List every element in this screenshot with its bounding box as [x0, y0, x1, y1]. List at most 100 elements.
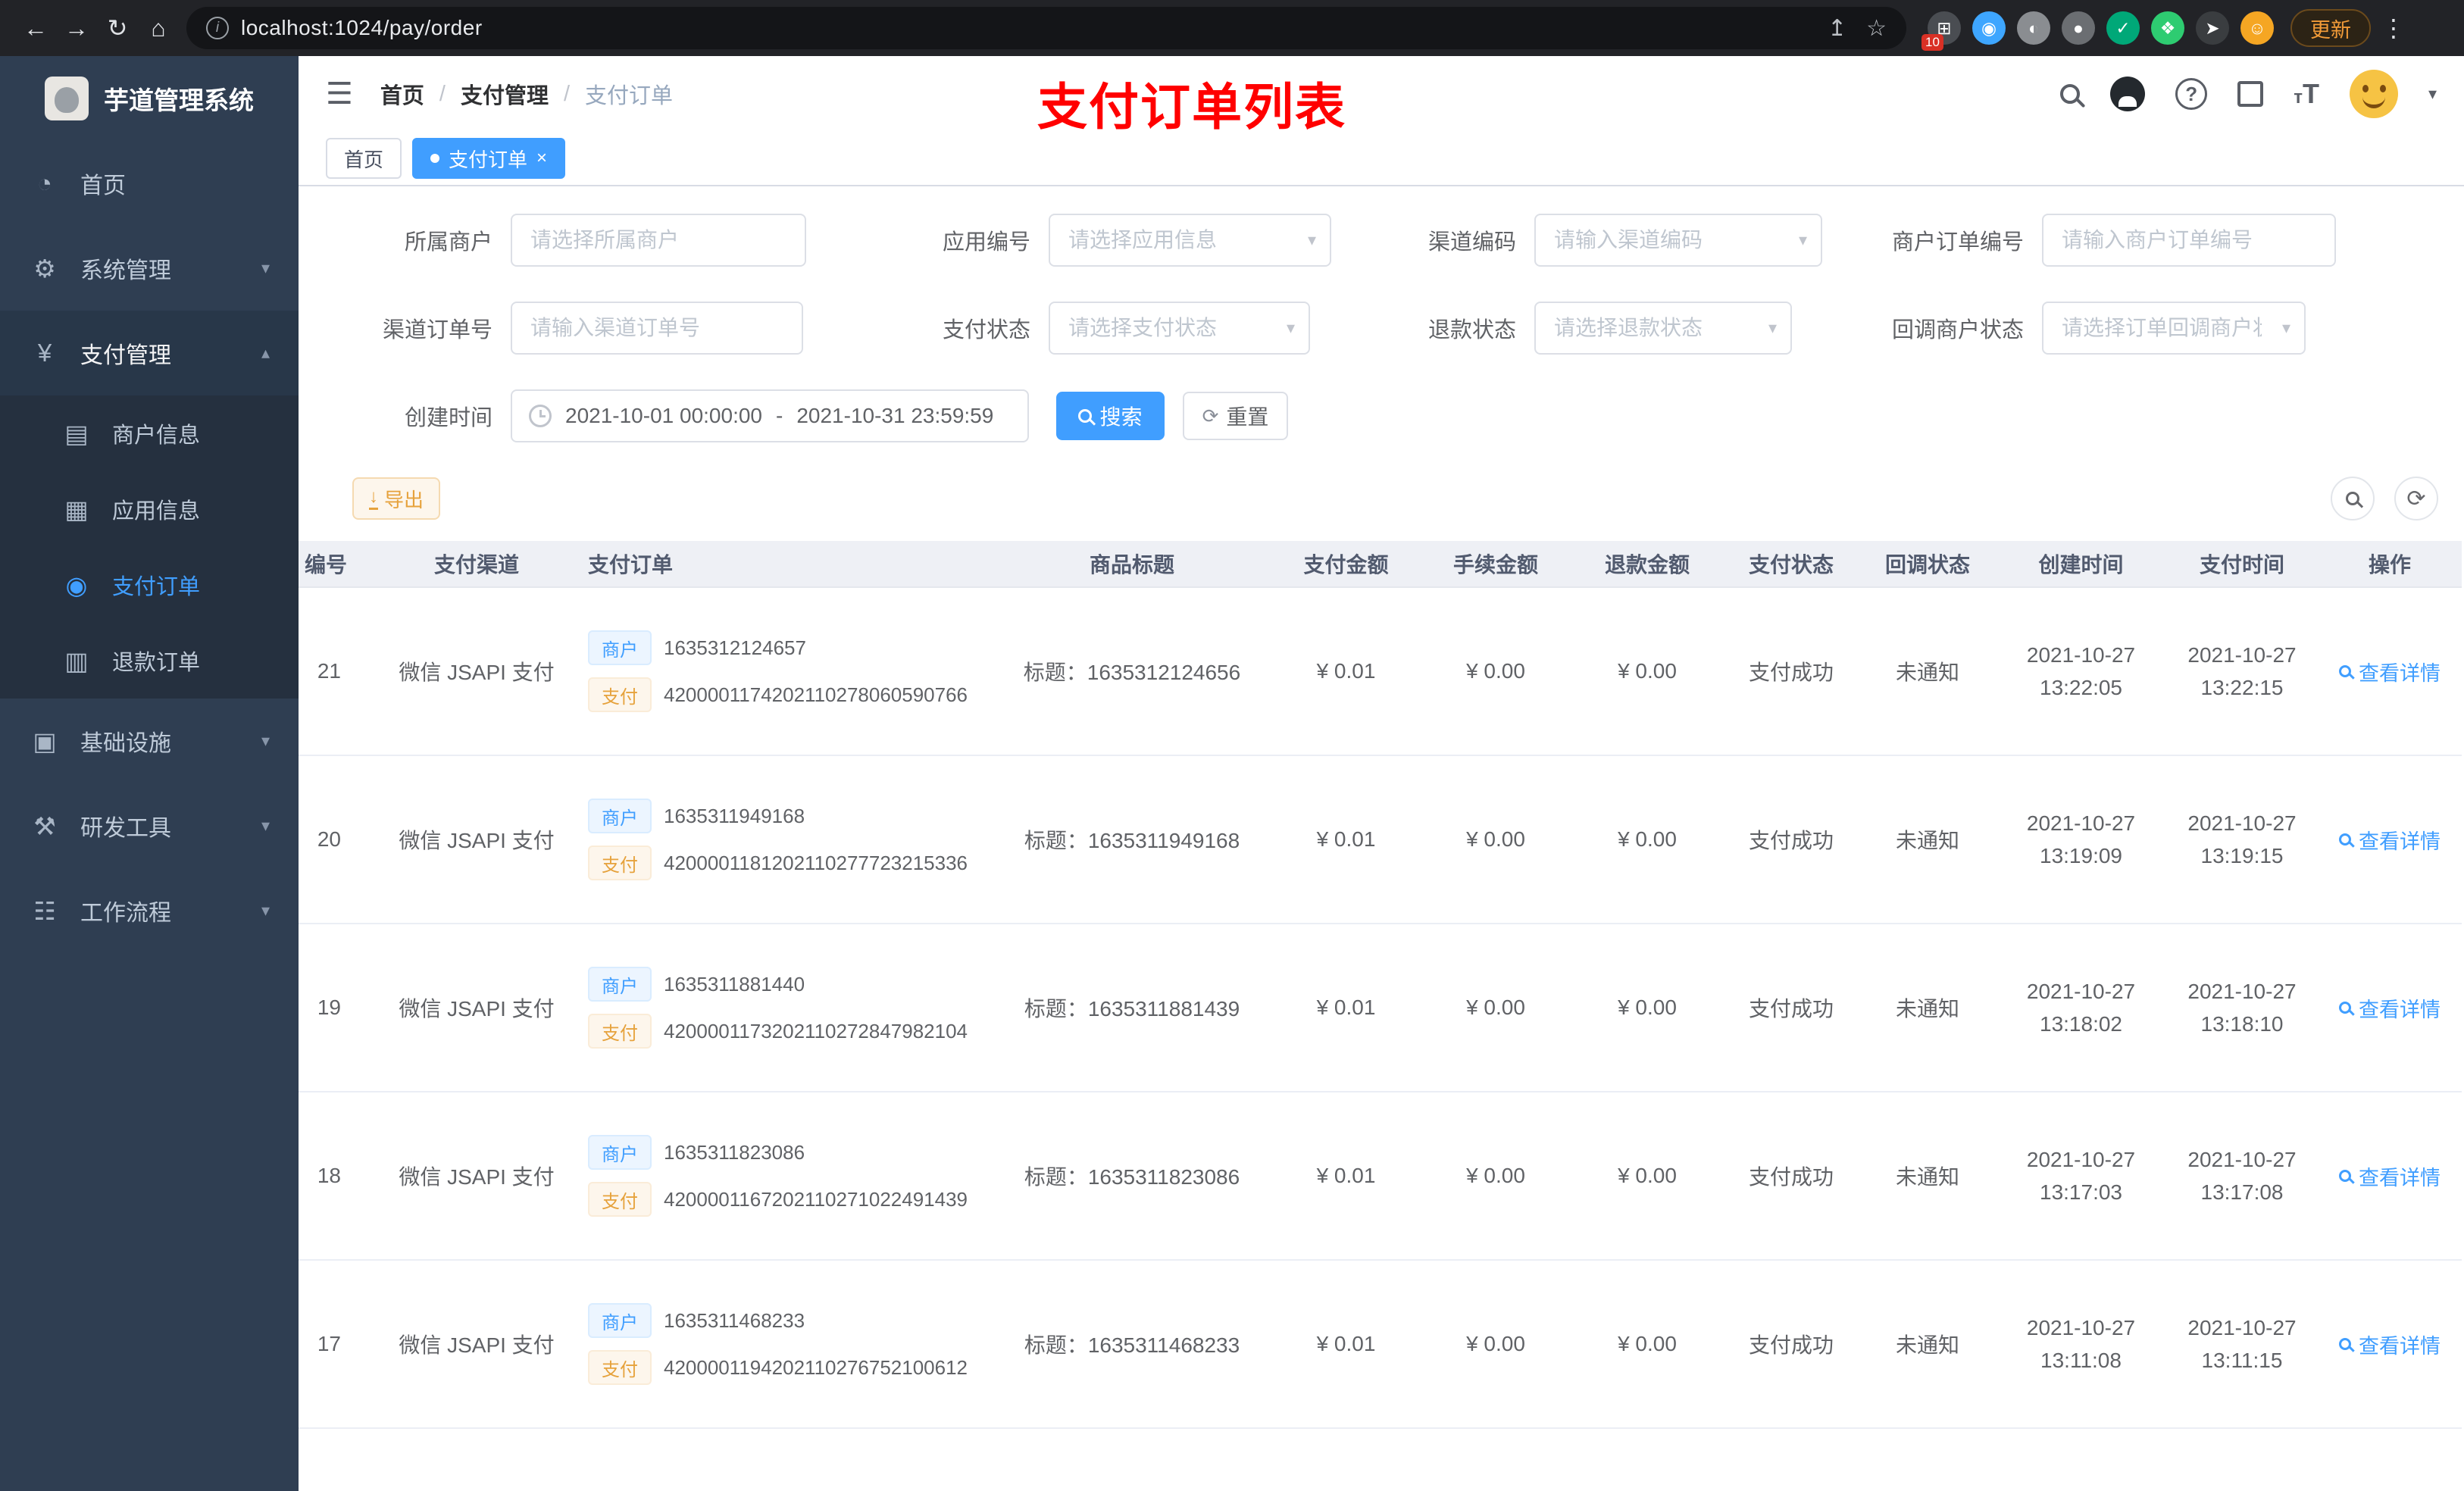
order-cell: 商户 1635311823086 支付 4200001167202110271022…	[579, 1135, 992, 1217]
help-icon[interactable]: ?	[2175, 78, 2208, 110]
breadcrumb: 首页 / 支付管理 / 支付订单	[380, 78, 673, 110]
status-badge: 支付成功	[1748, 829, 1834, 852]
tab-home[interactable]: 首页	[326, 138, 402, 179]
sidebar-item-workflow[interactable]: ☷ 工作流程 ▾	[0, 868, 299, 953]
view-detail-link[interactable]: 查看详情	[2339, 657, 2441, 686]
channel-order-no-filter-input[interactable]	[511, 302, 803, 355]
content: 所属商户 应用编号 ▾ 渠道编码 ▾	[299, 186, 2464, 1491]
github-icon[interactable]	[2110, 77, 2146, 111]
extension-drop-icon[interactable]: ◉	[1972, 11, 2006, 45]
order-cell: 商户 1635312124657 支付 4200001174202110278060…	[579, 630, 992, 712]
tools-icon: ⚒	[33, 811, 56, 840]
sidebar-item-dev-tools[interactable]: ⚒ 研发工具 ▾	[0, 783, 299, 868]
sidebar-item-infra[interactable]: ▣ 基础设施 ▾	[0, 699, 299, 783]
callback-status-filter-label: 回调商户状态	[1891, 318, 2024, 342]
pay-tag: 支付	[588, 677, 652, 712]
clock-icon	[529, 405, 552, 427]
dashboard-icon: ◔	[37, 169, 52, 197]
download-icon: ↓	[369, 487, 378, 510]
refund-status-filter-select[interactable]	[1534, 302, 1792, 355]
browser-menu-icon[interactable]: ⋮	[2381, 14, 2406, 42]
extension-circle-icon[interactable]: ●	[2062, 11, 2095, 45]
table-header: 编号 支付渠道 支付订单 商品标题 支付金额 手续金额 退款金额 支付状态 回调…	[299, 541, 2462, 588]
forward-icon[interactable]: →	[56, 8, 97, 48]
bookmark-star-icon[interactable]: ☆	[1866, 15, 1887, 42]
search-icon	[2346, 492, 2359, 505]
extension-badge: 10	[1921, 33, 1943, 51]
close-icon[interactable]: ×	[536, 149, 547, 167]
callback-status-filter-select[interactable]	[2042, 302, 2306, 355]
sidebar-item-system[interactable]: ⚙ 系统管理 ▾	[0, 226, 299, 311]
collapse-sidebar-icon[interactable]: ☰	[326, 77, 353, 111]
view-detail-link[interactable]: 查看详情	[2339, 825, 2441, 855]
extension-grid-icon[interactable]: ⊞ 10	[1921, 11, 1961, 51]
sidebar-item-merchant-info[interactable]: ▤ 商户信息	[0, 395, 299, 471]
monitor-icon: ▣	[33, 727, 57, 755]
fullscreen-icon[interactable]	[2237, 81, 2264, 107]
home-icon[interactable]: ⌂	[138, 8, 179, 48]
sidebar-item-pay-order[interactable]: ◉ 支付订单	[0, 547, 299, 623]
font-size-icon[interactable]: тT	[2294, 78, 2319, 110]
site-info-icon[interactable]: i	[206, 17, 229, 39]
sidebar-item-payment[interactable]: ¥ 支付管理 ▴	[0, 311, 299, 395]
merchant-order-no-filter-label: 商户订单编号	[1891, 230, 2024, 255]
channel-code-filter-select[interactable]	[1534, 214, 1822, 267]
status-badge: 支付成功	[1748, 1165, 1834, 1189]
merchant-filter-input[interactable]	[511, 214, 806, 267]
channel-order-no-filter-label: 渠道订单号	[382, 318, 492, 342]
filter-row-2: 渠道订单号 支付状态 ▾ 退款状态 ▾	[299, 302, 2464, 355]
address-bar[interactable]: i localhost:1024/pay/order ↥ ☆	[186, 7, 1906, 49]
refresh-icon: ⟳	[1202, 404, 1219, 427]
sidebar-item-app-info[interactable]: ▦ 应用信息	[0, 471, 299, 547]
date-range-end[interactable]: 2021-10-31 23:59:59	[796, 404, 993, 428]
chevron-down-icon: ▾	[261, 258, 270, 277]
search-button[interactable]: 搜索	[1056, 392, 1165, 440]
url-text[interactable]: localhost:1024/pay/order	[241, 16, 483, 40]
table-row: 17 微信 JSAPI 支付 商户 1635311468233 支付 4200001…	[299, 1261, 2462, 1429]
pay-status-filter-select[interactable]	[1049, 302, 1310, 355]
view-detail-link[interactable]: 查看详情	[2339, 1330, 2441, 1359]
search-icon	[1078, 409, 1093, 423]
pay-status-filter-label: 支付状态	[942, 318, 1030, 342]
breadcrumb-home[interactable]: 首页	[380, 78, 424, 110]
tab-bar: 首页 支付订单 ×	[299, 132, 2464, 186]
briefcase-icon: ☷	[33, 896, 56, 925]
export-button[interactable]: ↓ 导出	[352, 477, 441, 520]
sidebar: 芋道管理系统 ◔ 首页 ⚙ 系统管理 ▾ ¥ 支付管理 ▴ ▤ 商户信息 ▦ 应…	[0, 56, 299, 1491]
reset-button[interactable]: ⟳ 重置	[1183, 392, 1288, 440]
reload-icon[interactable]: ↻	[97, 8, 138, 48]
pay-tag: 支付	[588, 1182, 652, 1217]
refresh-icon: ⟳	[2406, 486, 2426, 511]
merchant-order-no-filter-input[interactable]	[2042, 214, 2336, 267]
merchant-tag: 商户	[588, 967, 652, 1002]
tab-pay-order[interactable]: 支付订单 ×	[412, 138, 566, 179]
chevron-up-icon: ▴	[261, 343, 270, 362]
date-range-start[interactable]: 2021-10-01 00:00:00	[565, 404, 762, 428]
toggle-search-button[interactable]	[2331, 477, 2375, 520]
order-cell: 商户 1635311881440 支付 4200001173202110272847…	[579, 967, 992, 1049]
avatar[interactable]	[2349, 70, 2398, 118]
refresh-table-button[interactable]: ⟳	[2394, 477, 2438, 520]
app-filter-select[interactable]	[1049, 214, 1331, 267]
merchant-filter-label: 所属商户	[404, 230, 492, 255]
view-detail-link[interactable]: 查看详情	[2339, 993, 2441, 1023]
sidebar-item-refund-order[interactable]: ▥ 退款订单	[0, 623, 299, 699]
extension-chat-icon[interactable]: ❖	[2151, 11, 2184, 45]
browser-update-button[interactable]: 更新	[2290, 9, 2371, 47]
extension-face-icon[interactable]: ☺	[2240, 11, 2274, 45]
extension-check-icon[interactable]: ✓	[2106, 11, 2140, 45]
breadcrumb-payment[interactable]: 支付管理	[461, 78, 549, 110]
sidebar-item-home[interactable]: ◔ 首页	[0, 141, 299, 226]
search-icon[interactable]	[2060, 84, 2081, 104]
date-range-picker[interactable]: 2021-10-01 00:00:00 - 2021-10-31 23:59:5…	[511, 389, 1029, 442]
back-icon[interactable]: ←	[15, 8, 56, 48]
extension-gray-icon[interactable]: ◐	[2017, 11, 2050, 45]
share-icon[interactable]: ↥	[1828, 15, 1846, 42]
page-annotation: 支付订单列表	[1037, 79, 1346, 135]
extension-pin-icon[interactable]: ➤	[2196, 11, 2229, 45]
view-detail-link[interactable]: 查看详情	[2339, 1161, 2441, 1191]
active-dot	[430, 154, 440, 163]
filter-row-1: 所属商户 应用编号 ▾ 渠道编码 ▾	[299, 214, 2464, 267]
chevron-down-icon[interactable]: ▾	[2428, 84, 2437, 104]
payment-submenu: ▤ 商户信息 ▦ 应用信息 ◉ 支付订单 ▥ 退款订单	[0, 395, 299, 699]
